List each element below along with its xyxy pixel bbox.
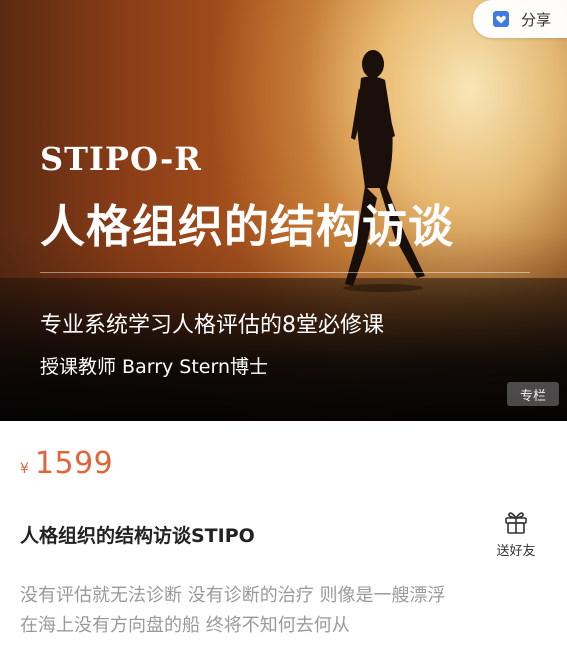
column-badge: 专栏	[507, 382, 559, 406]
price-amount: 1599	[34, 446, 114, 481]
banner-teacher: 授课教师 Barry Stern博士	[40, 356, 269, 378]
banner-subtitle: STIPO-R	[40, 140, 202, 178]
course-description: 没有评估就无法诊断 没有诊断的治疗 则像是一艘漂浮 在海上没有方向盘的船 终将不…	[20, 581, 545, 641]
banner-title: 人格组织的结构访谈	[40, 200, 455, 253]
share-label: 分享	[521, 10, 552, 29]
send-to-friend-button[interactable]: 送好友	[488, 508, 544, 566]
description-line: 没有评估就无法诊断 没有诊断的治疗 则像是一艘漂浮	[20, 585, 446, 606]
course-banner: STIPO-R 人格组织的结构访谈 专业系统学习人格评估的8堂必修课 授课教师 …	[0, 0, 567, 421]
currency-symbol: ¥	[20, 461, 29, 477]
bookmark-heart-icon	[491, 9, 511, 29]
gift-label: 送好友	[496, 544, 536, 559]
gift-icon	[502, 508, 530, 536]
course-title: 人格组织的结构访谈STIPO	[20, 525, 255, 547]
price-row: ¥ 1599	[20, 446, 113, 481]
description-line: 在海上没有方向盘的船 终将不知何去何从	[20, 615, 350, 636]
share-button[interactable]: 分享	[473, 0, 567, 38]
banner-tagline: 专业系统学习人格评估的8堂必修课	[40, 313, 384, 338]
banner-divider	[40, 272, 530, 273]
